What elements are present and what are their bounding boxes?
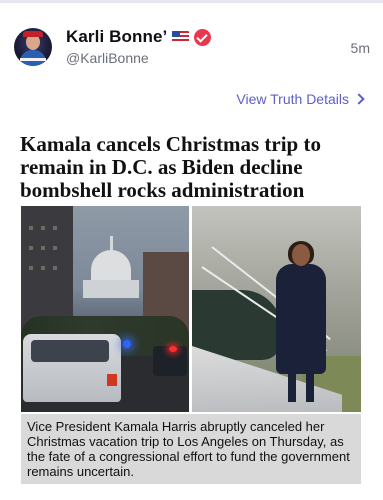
photo-suv [23,334,121,402]
view-truth-details-link[interactable]: View Truth Details [236,91,365,107]
capitol-street-photo [21,206,189,412]
avatar-hat [23,31,43,37]
article-image[interactable] [21,206,361,412]
view-truth-details-label: View Truth Details [236,91,349,107]
verified-badge-icon [194,28,212,46]
post-header: Karli Bonne’ @KarliBonne 5m [14,26,370,70]
photo-person [270,241,332,404]
article-headline[interactable]: Kamala cancels Christmas trip to remain … [20,133,365,202]
police-light [123,340,131,348]
us-flag-icon [172,31,190,43]
chevron-right-icon [353,93,365,105]
marine-two-photo [192,206,361,412]
top-divider [0,0,383,3]
user-handle[interactable]: @KarliBonne [66,50,149,66]
article-caption: Vice President Kamala Harris abruptly ca… [21,414,361,484]
avatar[interactable] [14,28,52,66]
post-timestamp: 5m [350,40,370,56]
name-row: Karli Bonne’ [66,26,212,48]
capitol-dome [91,250,131,280]
avatar-stripe [20,58,46,61]
police-light-red [169,346,177,352]
capitol-spire [110,236,113,251]
capitol-base [83,280,139,298]
display-name[interactable]: Karli Bonne’ [66,27,167,47]
